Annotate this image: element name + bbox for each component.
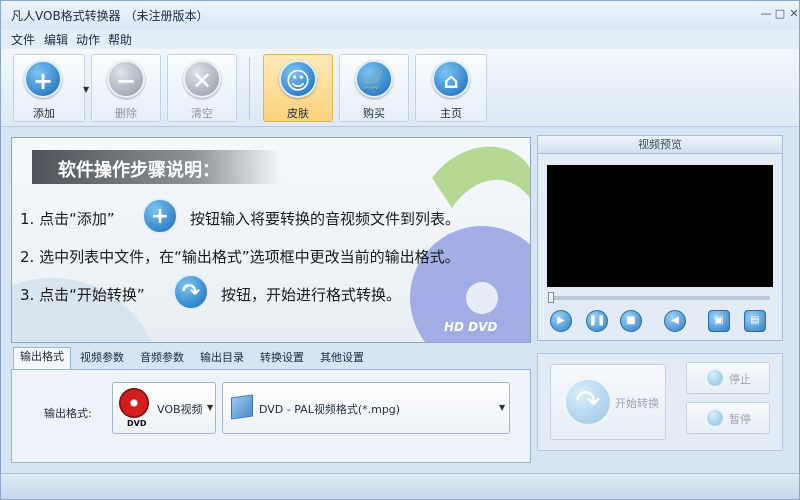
step-1-suffix: 按钮输入将要转换的音视频文件到列表。	[190, 210, 461, 228]
step-1-prefix: 1. 点击“添加”	[20, 210, 115, 228]
step-add-plus-icon: +	[142, 198, 178, 234]
home-icon: ⌂	[432, 60, 470, 98]
pause-button[interactable]: 暂停	[686, 402, 770, 434]
menu-help[interactable]: 帮助	[108, 31, 132, 48]
add-button-label: 添加	[33, 107, 55, 120]
skin-button-label: 皮肤	[287, 107, 309, 120]
dvd-icon-text: DVD	[127, 419, 147, 428]
toolbar-separator	[249, 57, 250, 119]
step-3-prefix: 3. 点击“开始转换”	[20, 286, 145, 304]
format-category-select[interactable]: DVD VOB视频 ▼	[112, 382, 216, 434]
step-start-arrow-icon: ↷	[173, 274, 209, 310]
guide-heading: 软件操作步骤说明：	[58, 160, 220, 181]
green-swoosh-art	[432, 146, 530, 208]
format-category-value: VOB视频	[157, 403, 203, 416]
output-format-panel: 输出格式: DVD VOB视频 ▼ DVD - PAL视频格式(*.mpg) ▼	[11, 369, 531, 463]
pause-circle-icon	[705, 408, 725, 428]
menu-bar: 文件 编辑 动作 帮助	[1, 29, 799, 49]
video-preview-screen	[547, 165, 773, 287]
tab-output-dir[interactable]: 输出目录	[193, 349, 251, 369]
skin-button[interactable]: ☺ 皮肤	[263, 54, 333, 122]
stop-button[interactable]: 停止	[686, 362, 770, 394]
hd-dvd-badge: HD DVD	[444, 320, 498, 334]
shopping-cart-icon: 🛒	[355, 60, 393, 98]
smiley-icon: ☺	[279, 60, 317, 98]
seek-track[interactable]	[550, 296, 770, 300]
video-preview-title: 视频预览	[538, 136, 782, 154]
pause-icon[interactable]: ❚❚	[586, 310, 608, 332]
stop-icon[interactable]: ■	[620, 310, 642, 332]
start-arrow-icon: ↷	[563, 377, 613, 427]
start-conversion-label: 开始转换	[615, 397, 659, 410]
output-format-select[interactable]: DVD - PAL视频格式(*.mpg) ▼	[222, 382, 510, 434]
app-window: 凡人VOB格式转换器 （未注册版本） — □ ✕ 文件 编辑 动作 帮助 + ▼…	[0, 0, 800, 500]
home-button-label: 主页	[440, 107, 462, 120]
step-2-text: 2. 选中列表中文件，在“输出格式”选项框中更改当前的输出格式。	[20, 248, 460, 266]
tab-audio-params[interactable]: 音频参数	[133, 349, 191, 369]
video-preview-panel: 视频预览 ▶ ❚❚ ■ ◀ ▣ ▤	[537, 135, 783, 341]
close-icon[interactable]: ✕	[786, 7, 800, 21]
toolbar: + ▼ 添加 − 删除 ✕ 清空 ☺ 皮肤 🛒 购买 ⌂ 主页	[1, 49, 799, 127]
clear-button[interactable]: ✕ 清空	[167, 54, 237, 122]
tab-video-params[interactable]: 视频参数	[73, 349, 131, 369]
output-format-label: 输出格式:	[44, 407, 92, 420]
buy-button[interactable]: 🛒 购买	[339, 54, 409, 122]
add-button[interactable]: + ▼ 添加	[13, 54, 89, 122]
play-icon[interactable]: ▶	[550, 310, 572, 332]
dvd-disc-icon	[119, 388, 149, 418]
category-dropdown-icon[interactable]: ▼	[207, 403, 213, 412]
pause-button-label: 暂停	[729, 413, 751, 426]
instructions-panel: 软件操作步骤说明： 1. 点击“添加” + 按钮输入将要转换的音视频文件到列表。…	[11, 137, 531, 343]
delete-button[interactable]: − 删除	[91, 54, 161, 122]
dropdown-arrow-icon[interactable]: ▼	[83, 85, 89, 94]
clear-button-label: 清空	[191, 107, 213, 120]
volume-icon[interactable]: ◀	[664, 310, 686, 332]
format-dropdown-icon[interactable]: ▼	[499, 403, 505, 412]
guide-heading-bar: 软件操作步骤说明：	[32, 150, 282, 184]
output-format-value: DVD - PAL视频格式(*.mpg)	[259, 403, 401, 416]
minus-icon: −	[107, 60, 145, 98]
tab-other-settings[interactable]: 其他设置	[313, 349, 371, 369]
menu-action[interactable]: 动作	[76, 31, 100, 48]
plus-icon: +	[24, 60, 62, 98]
start-conversion-button[interactable]: ↷ 开始转换	[550, 364, 666, 440]
conversion-actions-panel: ↷ 开始转换 停止 暂停	[537, 353, 783, 451]
window-title: 凡人VOB格式转换器 （未注册版本）	[11, 9, 209, 23]
step-3-suffix: 按钮，开始进行格式转换。	[221, 286, 402, 304]
settings-tabs: 输出格式 视频参数 音频参数 输出目录 转换设置 其他设置	[11, 347, 531, 370]
seek-slider-handle[interactable]	[548, 292, 554, 303]
title-bar: 凡人VOB格式转换器 （未注册版本） — □ ✕	[1, 1, 799, 29]
snapshot-icon[interactable]: ▣	[708, 310, 730, 332]
stop-button-label: 停止	[729, 373, 751, 386]
tab-output-format[interactable]: 输出格式	[13, 347, 71, 370]
stop-circle-icon	[705, 368, 725, 388]
tab-convert-settings[interactable]: 转换设置	[253, 349, 311, 369]
clear-x-icon: ✕	[183, 60, 221, 98]
folder-icon[interactable]: ▤	[744, 310, 766, 332]
delete-button-label: 删除	[115, 107, 137, 120]
status-bar	[1, 473, 799, 499]
video-format-cube-icon	[231, 394, 253, 420]
hd-dvd-disc-hole	[466, 282, 498, 314]
buy-button-label: 购买	[363, 107, 385, 120]
menu-edit[interactable]: 编辑	[44, 31, 68, 48]
menu-file[interactable]: 文件	[11, 31, 35, 48]
home-button[interactable]: ⌂ 主页	[415, 54, 487, 122]
